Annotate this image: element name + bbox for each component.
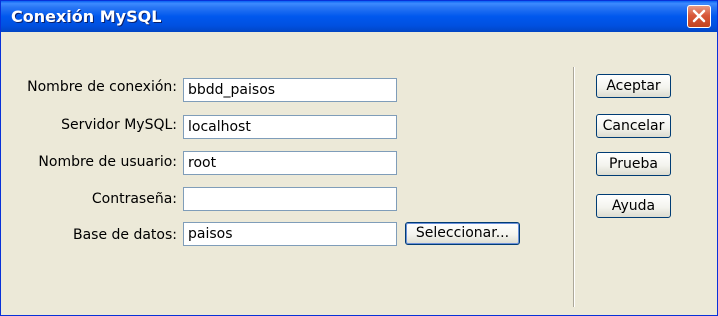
password-label: Contraseña: [91, 191, 177, 207]
dialog-title: Conexión MySQL [11, 7, 162, 26]
database-input[interactable] [183, 222, 397, 246]
cancel-button[interactable]: Cancelar [596, 114, 671, 138]
vertical-divider [573, 67, 575, 307]
close-icon [692, 9, 706, 23]
password-input[interactable] [183, 187, 397, 211]
mysql-server-label: Servidor MySQL: [61, 117, 177, 133]
database-label: Base de datos: [72, 227, 177, 243]
connection-name-input[interactable] [183, 78, 397, 102]
username-label: Nombre de usuario: [38, 154, 177, 170]
select-database-button[interactable]: Seleccionar... [405, 222, 520, 245]
test-button[interactable]: Prueba [596, 152, 671, 176]
help-button[interactable]: Ayuda [596, 194, 671, 218]
close-button[interactable] [687, 5, 711, 28]
connection-name-label: Nombre de conexión: [27, 79, 177, 95]
mysql-server-input[interactable] [183, 115, 397, 139]
username-input[interactable] [183, 151, 397, 175]
accept-button[interactable]: Aceptar [596, 74, 671, 98]
dialog-window: Conexión MySQL Nombre de conexión: Servi… [0, 0, 718, 316]
title-bar[interactable]: Conexión MySQL [1, 1, 717, 32]
